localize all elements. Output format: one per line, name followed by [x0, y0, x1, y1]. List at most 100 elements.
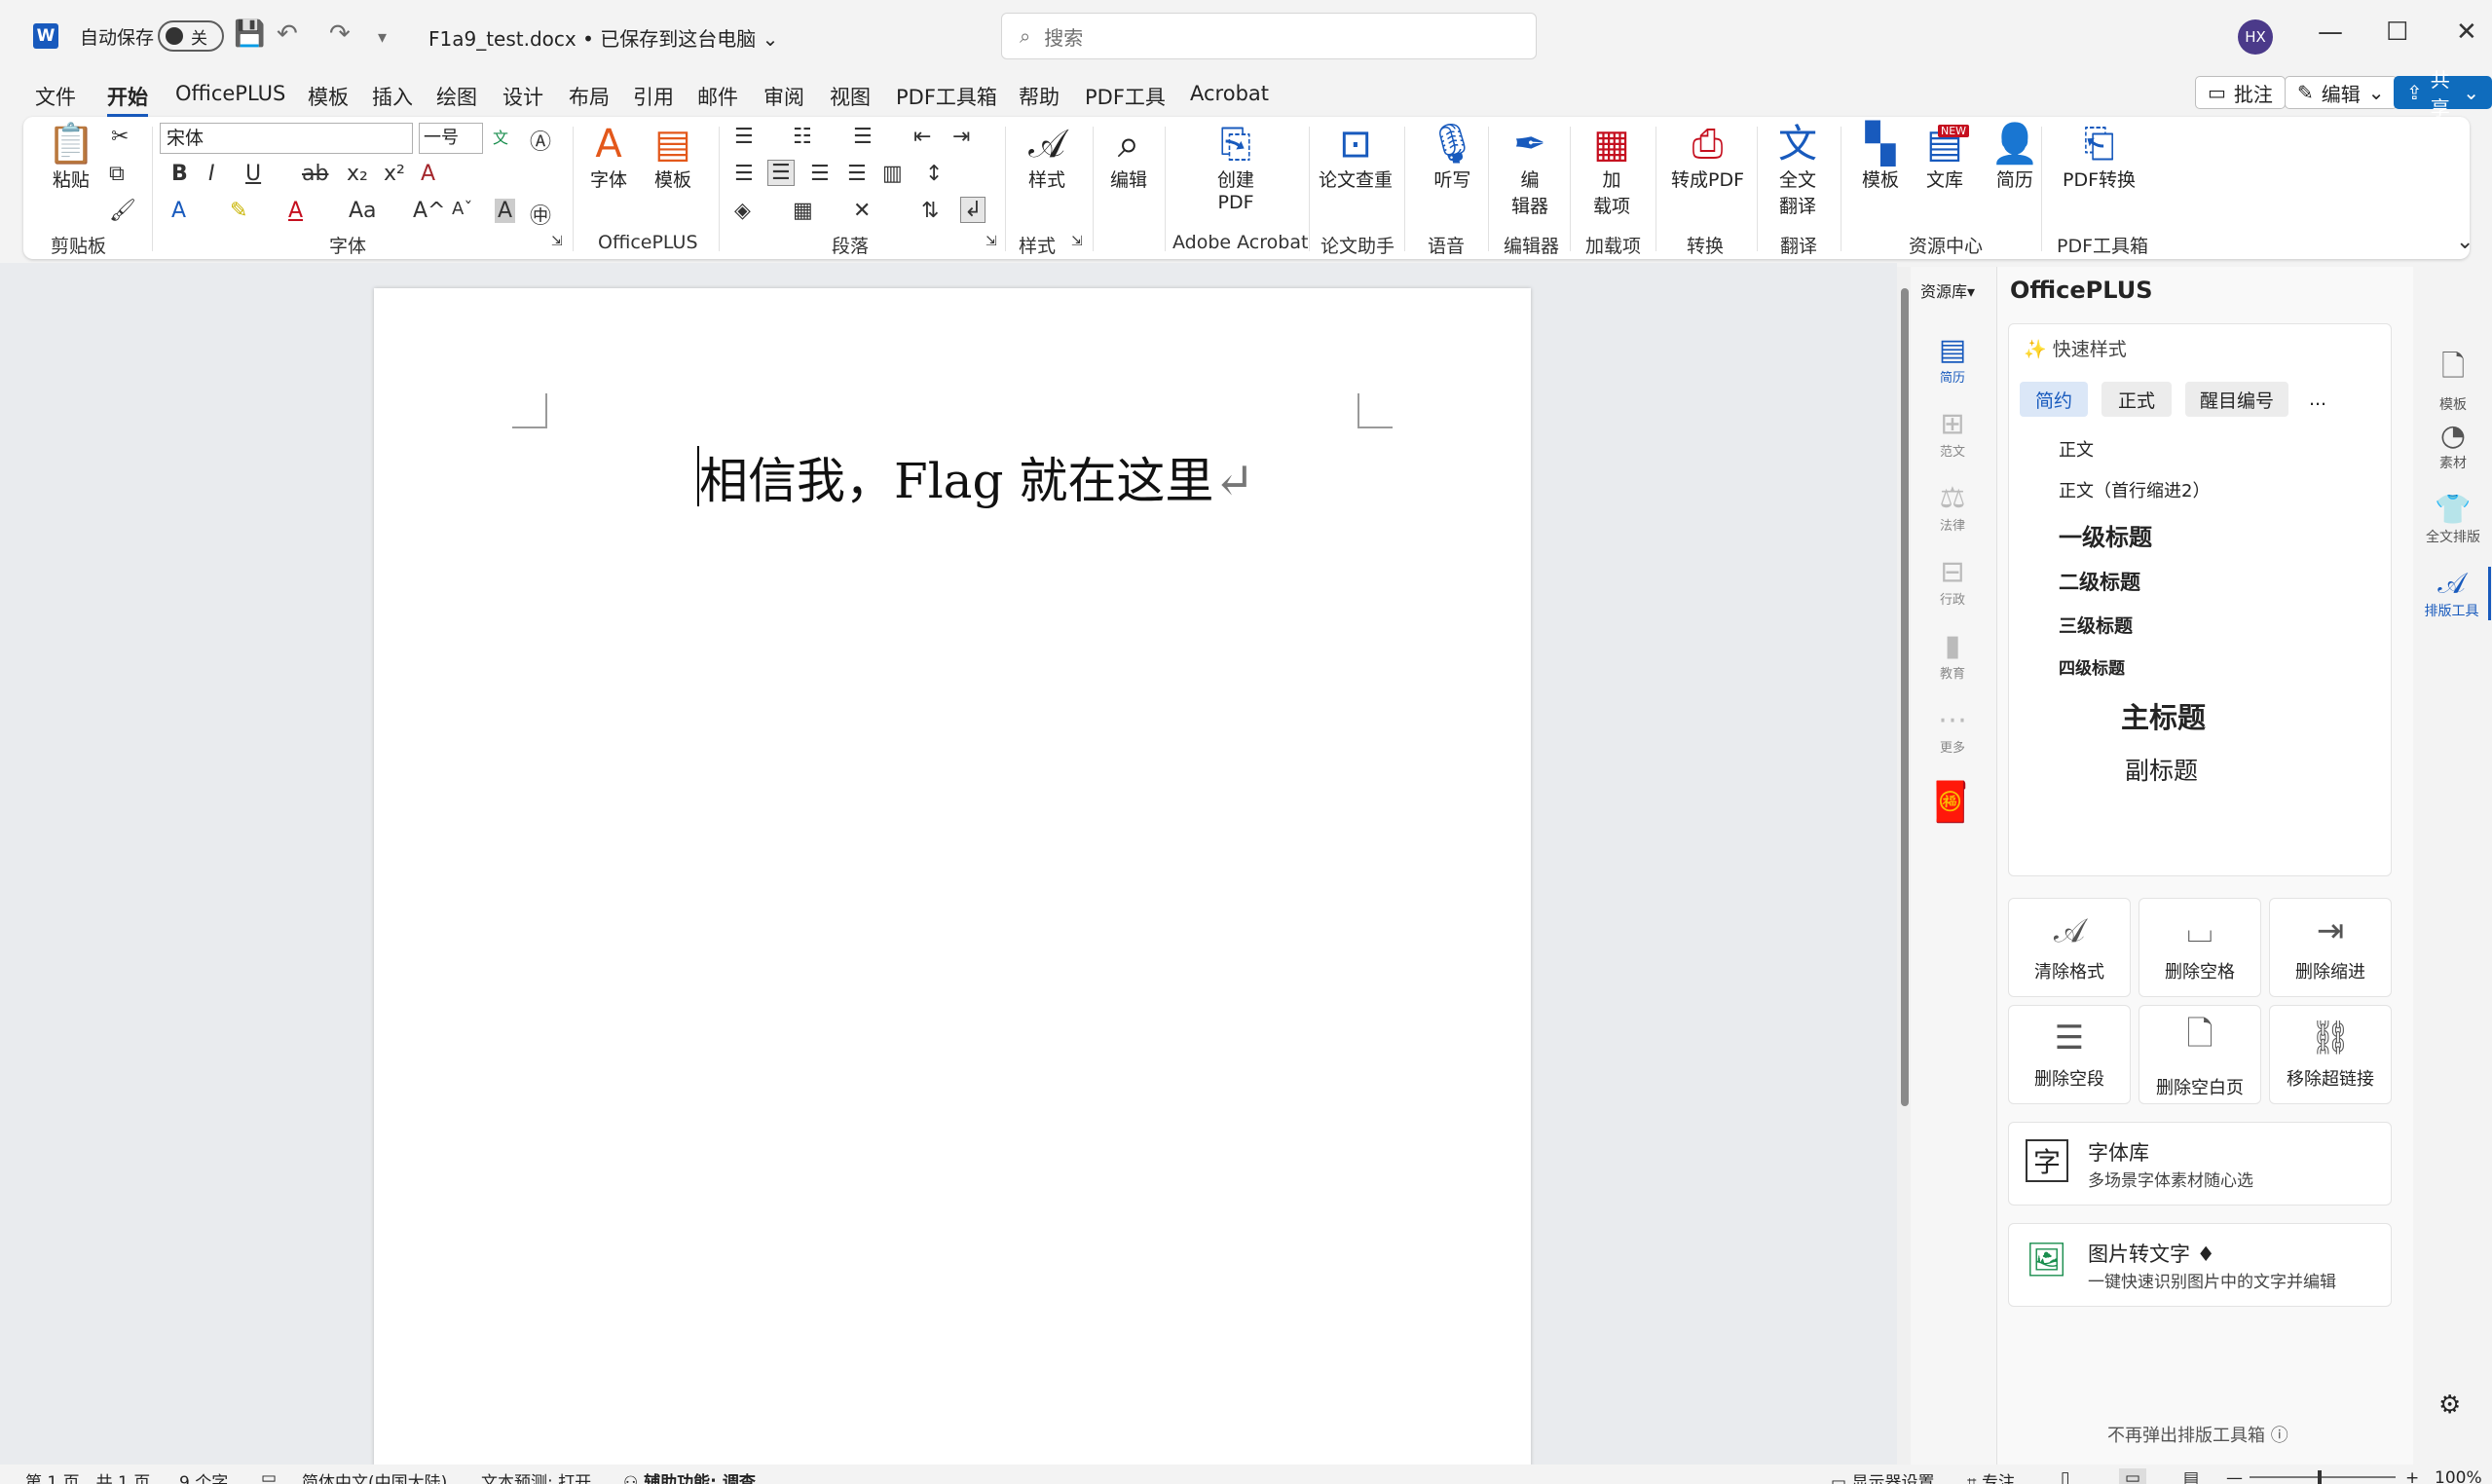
read-mode-icon[interactable]: ▯ — [2061, 1468, 2069, 1484]
numbering-icon[interactable]: ☷ — [793, 125, 812, 149]
sort-icon[interactable]: ⇅ — [921, 199, 939, 223]
dialog-launcher-icon[interactable]: ⇲ — [1071, 234, 1083, 249]
delete-indent-tool[interactable]: ⇥ 删除缩进 — [2269, 898, 2392, 997]
strikethrough-icon[interactable]: ab — [302, 162, 328, 186]
maximize-icon[interactable]: ☐ — [2386, 18, 2408, 47]
side-tool-2[interactable]: 👕 全文排版 — [2415, 493, 2491, 546]
resource-library-header[interactable]: 资源库▾ — [1920, 278, 1975, 302]
tab-6[interactable]: 设计 — [502, 82, 543, 111]
officeplus-template-button[interactable]: ▤ 模板 — [654, 123, 691, 192]
superscript-icon[interactable]: x² — [384, 162, 405, 186]
style-heading-1[interactable]: 一级标题 — [2059, 518, 2152, 552]
resource-item-0[interactable]: ▤ 简历 — [1923, 333, 1982, 386]
clear-format-tool[interactable]: 𝒜 清除格式 — [2008, 898, 2131, 997]
align-right-icon[interactable]: ☰ — [810, 162, 830, 186]
tab-12[interactable]: PDF工具箱 — [896, 82, 997, 111]
underline-icon[interactable]: U — [245, 162, 261, 186]
enclose-char-icon[interactable]: ㊥ — [530, 199, 551, 230]
focus-mode[interactable]: ⌗ 专注 — [1967, 1468, 2015, 1484]
side-tool-0[interactable]: 🗋 模板 — [2415, 345, 2491, 414]
customize-qat-icon[interactable]: ▾ — [378, 27, 387, 48]
accessibility-status[interactable]: ⚇ 辅助功能: 调查 — [623, 1468, 756, 1484]
bold-icon[interactable]: B — [171, 162, 188, 186]
subscript-icon[interactable]: x₂ — [347, 162, 368, 186]
font-size-select[interactable]: 一号 — [419, 123, 483, 154]
resource-template-button[interactable]: ▚ 模板 — [1862, 123, 1899, 192]
style-title[interactable]: 主标题 — [2121, 695, 2206, 736]
language-status[interactable]: 简体中文(中国大陆) — [302, 1468, 447, 1484]
close-icon[interactable]: ✕ — [2456, 18, 2477, 47]
paper-check-button[interactable]: ⊡ 论文查重 — [1319, 123, 1393, 192]
dialog-launcher-icon[interactable]: ⇲ — [986, 234, 997, 249]
chip-simple[interactable]: 简约 — [2020, 382, 2088, 417]
char-border-icon[interactable]: Ⓐ — [530, 125, 551, 156]
highlight-icon[interactable]: ✎ — [230, 199, 247, 223]
shading-icon[interactable]: ◈ — [734, 199, 751, 223]
resource-item-1[interactable]: ⊞ 范文 — [1923, 407, 1982, 460]
tab-5[interactable]: 绘图 — [436, 82, 477, 111]
collapse-ribbon-icon[interactable]: ⌄ — [2456, 230, 2473, 254]
phonetic-guide-icon[interactable]: 文 — [493, 125, 508, 148]
page-count[interactable]: 第 1 页，共 1 页 — [25, 1468, 150, 1484]
show-marks-icon[interactable]: ↲ — [960, 197, 986, 223]
increase-indent-icon[interactable]: ⇥ — [952, 125, 970, 149]
zoom-slider-thumb[interactable] — [2318, 1470, 2322, 1484]
tab-3[interactable]: 模板 — [308, 82, 349, 111]
decrease-indent-icon[interactable]: ⇤ — [913, 125, 931, 149]
redo-icon[interactable]: ↷ — [329, 19, 351, 49]
cut-icon[interactable]: ✂ — [111, 125, 129, 149]
web-layout-icon[interactable]: ▤ — [2183, 1468, 2199, 1484]
font-name-select[interactable]: 宋体 — [160, 123, 413, 154]
edit-mode-button[interactable]: ✎ 编辑 ⌄ — [2285, 76, 2398, 109]
zoom-slider[interactable] — [2250, 1476, 2396, 1478]
char-shading-icon[interactable]: A — [495, 199, 516, 223]
undo-icon[interactable]: ↶ — [277, 19, 298, 49]
format-painter-icon[interactable]: 🖌 — [109, 199, 136, 223]
clear-format-icon[interactable]: A — [421, 162, 435, 186]
resource-item-2[interactable]: ⚖ 法律 — [1923, 481, 1982, 534]
align-left-icon[interactable]: ☰ — [734, 162, 754, 186]
tab-9[interactable]: 邮件 — [697, 82, 738, 111]
tab-0[interactable]: 文件 — [35, 82, 76, 111]
dictate-button[interactable]: 🎙 听写 — [1428, 123, 1477, 192]
style-subtitle[interactable]: 副标题 — [2125, 752, 2198, 787]
more-chips-icon[interactable]: ... — [2298, 382, 2337, 417]
zoom-in-icon[interactable]: + — [2405, 1468, 2419, 1484]
minimize-icon[interactable]: — — [2318, 18, 2343, 47]
chinese-layout-icon[interactable]: ✕ — [853, 199, 871, 223]
shrink-font-icon[interactable]: Aˇ — [452, 199, 472, 219]
style-heading-2[interactable]: 二级标题 — [2059, 567, 2140, 596]
borders-icon[interactable]: ▦ — [793, 199, 813, 223]
tab-10[interactable]: 审阅 — [763, 82, 804, 111]
resource-item-3[interactable]: ⊟ 行政 — [1923, 555, 1982, 608]
delete-empty-para-tool[interactable]: ☰ 删除空段 — [2008, 1005, 2131, 1104]
paste-button[interactable]: 📋 粘贴 — [47, 123, 95, 192]
remove-hyperlink-tool[interactable]: ⛓ 移除超链接 — [2269, 1005, 2392, 1104]
delete-spaces-tool[interactable]: ⌴ 删除空格 — [2139, 898, 2261, 997]
word-count[interactable]: 9 个字 — [179, 1468, 228, 1484]
copy-icon[interactable]: ⧉ — [109, 162, 125, 186]
change-case-icon[interactable]: Aa — [349, 199, 377, 223]
text-effects-icon[interactable]: A — [171, 199, 186, 223]
zoom-level[interactable]: 100% — [2435, 1468, 2482, 1484]
pdf-conversion-button[interactable]: ⎗ PDF转换 — [2063, 123, 2136, 192]
translate-button[interactable]: 文全文 翻译 — [1778, 123, 1817, 218]
distributed-icon[interactable]: ▥ — [882, 162, 903, 186]
red-envelope-icon[interactable]: 🧧 — [1926, 779, 1975, 825]
autosave-toggle[interactable]: 关 — [158, 20, 224, 52]
proofing-icon[interactable]: ▭ — [261, 1468, 277, 1484]
chip-formal[interactable]: 正式 — [2101, 382, 2172, 417]
tab-4[interactable]: 插入 — [372, 82, 413, 111]
tab-15[interactable]: Acrobat — [1190, 82, 1269, 105]
align-center-icon[interactable]: ☰ — [767, 160, 795, 186]
tab-2[interactable]: OfficePLUS — [175, 82, 285, 105]
multilevel-list-icon[interactable]: ☰ — [853, 125, 873, 149]
font-color-icon[interactable]: A — [288, 199, 303, 223]
editing-button[interactable]: ⌕ 编辑 — [1110, 123, 1147, 192]
italic-icon[interactable]: I — [208, 162, 215, 186]
style-heading-4[interactable]: 四级标题 — [2059, 654, 2125, 679]
justify-icon[interactable]: ☰ — [847, 162, 867, 186]
dont-popup-link[interactable]: 不再弹出排版工具箱 ⓘ — [2107, 1422, 2288, 1447]
tab-11[interactable]: 视图 — [830, 82, 871, 111]
tab-7[interactable]: 布局 — [569, 82, 610, 111]
